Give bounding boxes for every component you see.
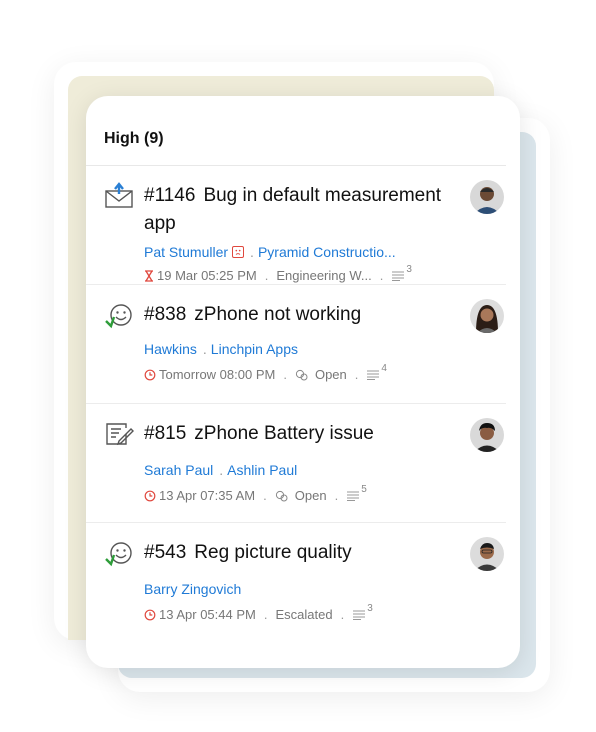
web-form-icon	[106, 423, 134, 446]
email-icon	[105, 182, 133, 208]
ticket-list-card: High (9) #1146 Bug in default measurement…	[86, 96, 520, 668]
threads-icon	[367, 370, 380, 380]
clock-icon	[144, 369, 156, 380]
ticket-row[interactable]: #543 Reg picture quality Barry Zingovich …	[86, 523, 506, 641]
happy-customer-icon	[105, 304, 132, 329]
ticket-number: #838	[144, 304, 187, 325]
ticket-number: #1146	[144, 185, 196, 206]
ticket-subject: zPhone not working	[194, 304, 362, 325]
due-date: Tomorrow 08:00 PM	[159, 367, 276, 382]
thread-count: 3	[367, 603, 373, 614]
ticket-row[interactable]: #815 zPhone Battery issue Sarah Paul. Ashl…	[86, 404, 506, 523]
contact-link[interactable]: Sarah Paul	[144, 462, 213, 478]
thread-count: 3	[406, 264, 412, 275]
avatar[interactable]	[470, 537, 504, 571]
contact-link[interactable]: Hawkins	[144, 341, 197, 357]
ticket-title[interactable]: #815 zPhone Battery issue	[144, 420, 454, 448]
due-date: 13 Apr 05:44 PM	[159, 607, 256, 622]
clock-icon	[144, 609, 156, 620]
account-link[interactable]: Ashlin Paul	[227, 462, 297, 478]
status-open-icon	[295, 369, 308, 380]
threads-icon	[392, 271, 405, 281]
ticket-number: #815	[144, 423, 187, 444]
status-open-icon	[275, 490, 288, 501]
status-label: Open	[294, 488, 327, 503]
priority-group-header: High (9)	[86, 96, 506, 166]
status-label: Engineering W...	[276, 268, 372, 283]
ticket-number: #543	[144, 542, 187, 563]
account-link[interactable]: Linchpin Apps	[211, 341, 298, 357]
contact-link[interactable]: Pat Stumuller	[144, 244, 228, 260]
thread-count: 4	[381, 363, 387, 374]
threads-icon	[353, 610, 366, 620]
status-label: Escalated	[275, 607, 333, 622]
avatar[interactable]	[470, 418, 504, 452]
ticket-row[interactable]: #838 zPhone not working Hawkins. Linchpin …	[86, 285, 506, 404]
ticket-subject: zPhone Battery issue	[194, 423, 374, 444]
ticket-title[interactable]: #1146 Bug in default measurement app	[144, 182, 454, 238]
sad-face-icon	[232, 246, 245, 258]
avatar[interactable]	[470, 180, 504, 214]
ticket-title[interactable]: #543 Reg picture quality	[144, 539, 454, 567]
contact-link[interactable]: Barry Zingovich	[144, 581, 241, 597]
ticket-title[interactable]: #838 zPhone not working	[144, 301, 454, 329]
hourglass-icon	[145, 269, 153, 282]
clock-icon	[144, 490, 156, 501]
threads-icon	[347, 491, 360, 501]
ticket-row[interactable]: #1146 Bug in default measurement app Pat …	[86, 166, 506, 285]
avatar[interactable]	[470, 299, 504, 333]
thread-count: 5	[361, 484, 367, 495]
ticket-subject: Reg picture quality	[194, 542, 352, 563]
due-date: 13 Apr 07:35 AM	[159, 488, 256, 503]
account-link[interactable]: Pyramid Constructio...	[258, 244, 396, 260]
status-label: Open	[314, 367, 347, 382]
happy-customer-icon	[105, 542, 132, 567]
due-date: 19 Mar 05:25 PM	[157, 268, 257, 283]
